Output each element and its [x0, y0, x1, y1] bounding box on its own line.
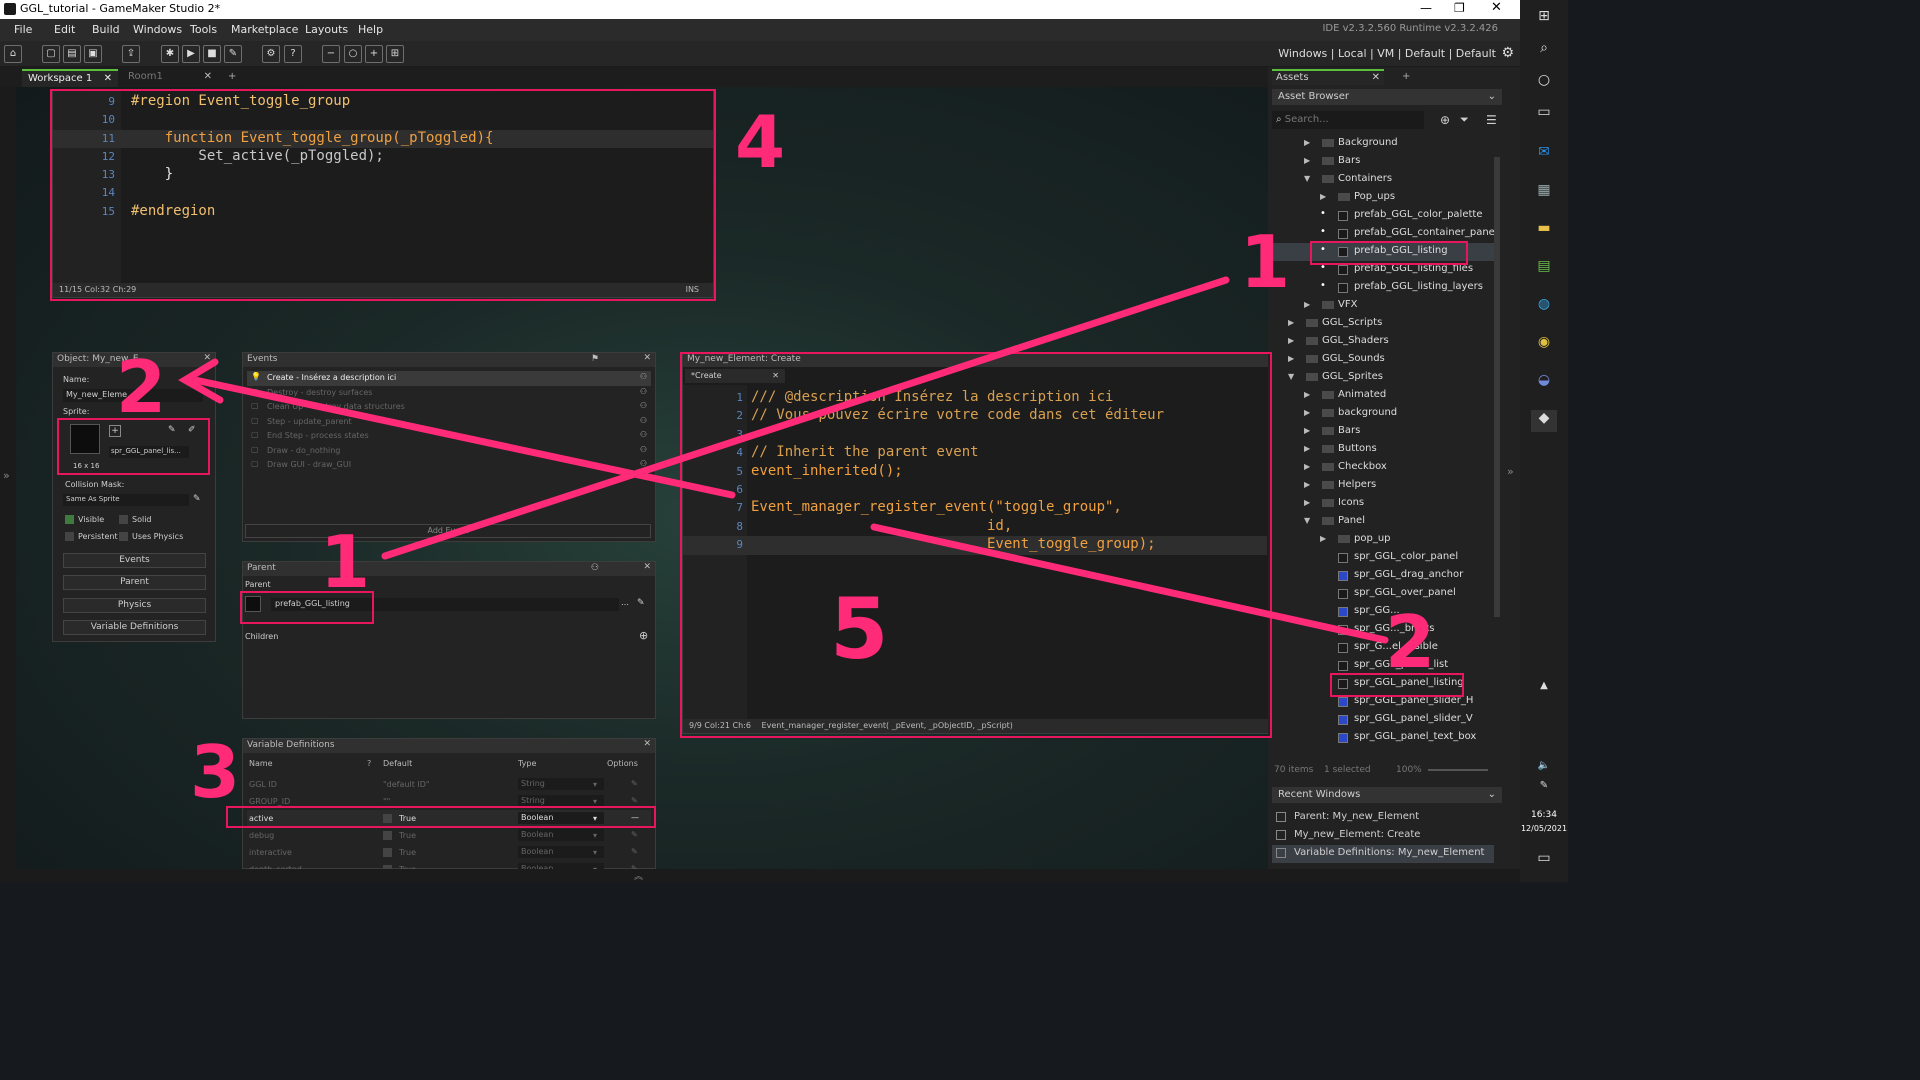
- annotation-2-right: 2: [1385, 600, 1436, 684]
- annotation-1-bottom: 1: [320, 520, 371, 604]
- arrow-2b-line: [870, 523, 1389, 644]
- arrow-2a-line: [191, 376, 736, 499]
- arrow-1-line: [381, 276, 1230, 560]
- annotation-1-top: 1: [1240, 220, 1291, 304]
- annotation-2-left: 2: [116, 345, 167, 429]
- annotation-3: 3: [190, 730, 241, 814]
- annotation-4: 4: [735, 100, 786, 184]
- annotation-5: 5: [830, 580, 889, 678]
